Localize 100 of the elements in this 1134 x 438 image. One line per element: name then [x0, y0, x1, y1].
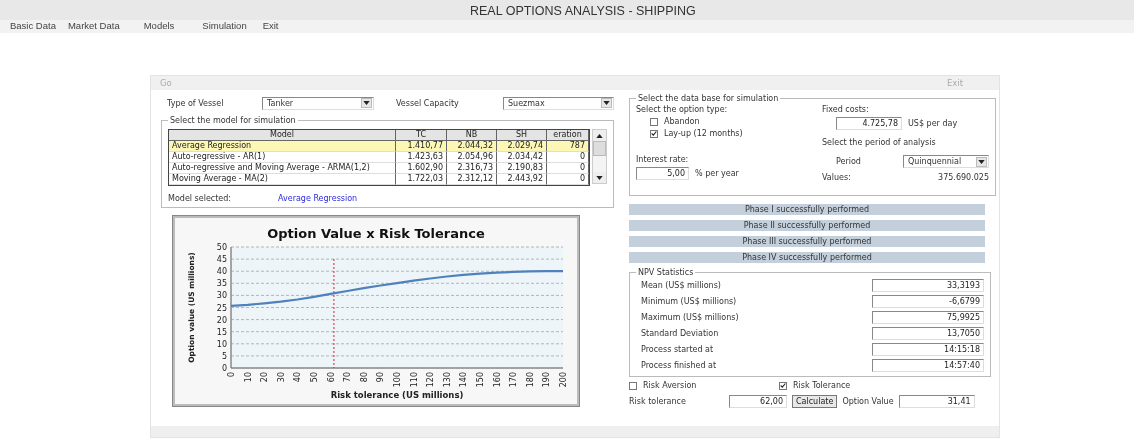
menu-item[interactable]: Models — [143, 20, 175, 33]
axis-tick-label: 40 — [293, 372, 303, 383]
table-cell: Auto-regressive and Moving Average - ARMA(1,2) — [169, 163, 396, 174]
axis-tick-label: 90 — [376, 372, 386, 383]
column-header[interactable]: Model — [169, 130, 396, 141]
axis-tick-label: 20 — [260, 372, 270, 383]
table-row[interactable]: Auto-regressive and Moving Average - ARMA(1,2) 1.602,90 2.316,73 2.190,83 0 — [169, 163, 589, 174]
table-cell: 2.312,12 — [447, 174, 497, 185]
field-label: Model selected: — [168, 194, 233, 203]
axis-tick-label: 160 — [492, 372, 502, 388]
axis-tick-label: 120 — [426, 372, 436, 388]
vessel-capacity-dropdown[interactable]: Suezmax — [503, 96, 614, 110]
group-title: NPV Statistics — [637, 268, 695, 277]
checkbox-label: Risk Tolerance — [793, 381, 851, 390]
dropdown-arrow-icon — [601, 98, 612, 108]
axis-tick-label: 15 — [216, 327, 227, 337]
axis-tick-label: 50 — [216, 243, 227, 252]
table-cell: 0 — [547, 174, 589, 185]
table-row[interactable]: Moving Average - MA(2) 1.722,03 2.312,12 2.443,92 0 — [169, 174, 589, 185]
table-cell: Auto-regressive - AR(1) — [169, 152, 396, 163]
input-field[interactable]: 62,00 — [729, 395, 787, 408]
status-bar: Phase II successfully performed — [629, 220, 985, 231]
axis-tick-label: 190 — [542, 372, 552, 388]
selected-model-text: Average Regression — [278, 194, 358, 203]
axis-tick-label: 100 — [393, 372, 402, 388]
axis-tick-label: 30 — [276, 372, 286, 383]
scroll-up-icon[interactable] — [596, 133, 603, 138]
axis-tick-label: 70 — [343, 372, 353, 383]
table-cell: 2.190,83 — [497, 163, 547, 174]
field-label: Maximum (US$ millions) — [641, 312, 739, 322]
menu-item[interactable]: Exit — [262, 20, 279, 33]
axis-tick-label: 140 — [459, 372, 469, 388]
calculate-button[interactable]: Calculate — [792, 395, 838, 408]
checkbox[interactable] — [779, 381, 787, 390]
period-dropdown[interactable]: Quinquennial — [903, 155, 989, 168]
field-label: Vessel Capacity — [396, 98, 460, 108]
values-text: 375.690.025 — [938, 173, 989, 182]
output-field[interactable]: 13,7050 — [872, 326, 984, 340]
axis-tick-label: 5 — [221, 351, 227, 361]
table-cell: 2.029,74 — [497, 141, 547, 152]
axis-tick-label: 170 — [509, 372, 519, 388]
table-cell: 787 — [547, 141, 589, 152]
scroll-down-icon[interactable] — [596, 175, 603, 180]
axis-tick-label: 60 — [326, 372, 336, 383]
table-cell: 2.054,96 — [447, 152, 497, 163]
table-cell: 0 — [547, 152, 589, 163]
field-label: Risk tolerance — [629, 397, 687, 406]
table-row[interactable]: Average Regression 1.410,77 2.044,32 2.029,74 787 — [169, 141, 589, 152]
scrollbar[interactable] — [592, 129, 607, 184]
table-row[interactable]: Auto-regressive - AR(1) 1.423,63 2.054,96 2.034,42 0 — [169, 152, 589, 163]
checkbox-label: Lay-up (12 months) — [664, 129, 743, 138]
checkbox[interactable] — [650, 129, 658, 138]
field-label: Option Value — [842, 397, 894, 406]
checkbox[interactable] — [629, 381, 637, 390]
output-field[interactable]: 33,3193 — [872, 278, 984, 292]
column-header[interactable]: eration — [547, 130, 589, 141]
axis-tick-label: 150 — [476, 372, 485, 388]
status-bar: Phase I successfully performed — [629, 204, 985, 215]
output-field[interactable]: 75,9925 — [872, 310, 984, 324]
output-field[interactable]: 14:57:40 — [872, 358, 984, 372]
table-cell: 1.722,03 — [396, 174, 447, 185]
axis-tick-label: 80 — [359, 372, 369, 383]
table-cell: 2.443,92 — [497, 174, 547, 185]
axis-tick-label: 20 — [216, 315, 227, 325]
checkbox-label: Abandon — [664, 117, 700, 126]
output-field[interactable]: -6,6799 — [872, 294, 984, 308]
axis-tick-label: 25 — [216, 303, 227, 313]
axis-tick-label: 180 — [525, 372, 535, 388]
table-cell: 1.423,63 — [396, 152, 447, 163]
menu-item[interactable]: Market Data — [67, 20, 120, 33]
field-label: Standard Deviation — [641, 328, 719, 338]
checkbox[interactable] — [650, 117, 658, 126]
field-label: Type of Vessel — [167, 98, 225, 108]
table-cell: 2.316,73 — [447, 163, 497, 174]
table-cell: 2.044,32 — [447, 141, 497, 152]
group-title: Select the data base for simulation — [637, 94, 780, 103]
unit-label: % per year — [695, 169, 739, 178]
column-header[interactable]: TC — [396, 130, 447, 141]
axis-tick-label: 0 — [227, 372, 236, 378]
input-field[interactable]: 4.725,78 — [836, 117, 902, 130]
axis-tick-label: 200 — [559, 372, 568, 388]
field-label: Process finished at — [641, 360, 717, 370]
menu-item[interactable]: Simulation — [202, 20, 247, 33]
field-label: Select the option type: — [636, 105, 729, 114]
field-label: Values: — [822, 173, 851, 182]
axis-tick-label: 40 — [216, 267, 227, 277]
menu-item[interactable]: Basic Data — [10, 20, 56, 33]
field-label: Period — [836, 157, 862, 166]
field-label: Interest rate: — [636, 155, 690, 164]
window-title: REAL OPTIONS ANALYSIS - SHIPPING — [0, 0, 1134, 20]
column-header[interactable]: NB — [447, 130, 497, 141]
output-field[interactable]: 14:15:18 — [872, 342, 984, 356]
dropdown-arrow-icon — [361, 98, 372, 108]
axis-tick-label: 10 — [243, 372, 253, 383]
column-header[interactable]: SH — [497, 130, 547, 141]
output-field[interactable]: 31,41 — [898, 395, 975, 408]
input-field[interactable]: 5,00 — [636, 167, 689, 180]
vessel-type-dropdown[interactable]: Tanker — [262, 96, 374, 110]
unit-label: US$ per day — [908, 119, 958, 128]
table-cell: 1.602,90 — [396, 163, 447, 174]
